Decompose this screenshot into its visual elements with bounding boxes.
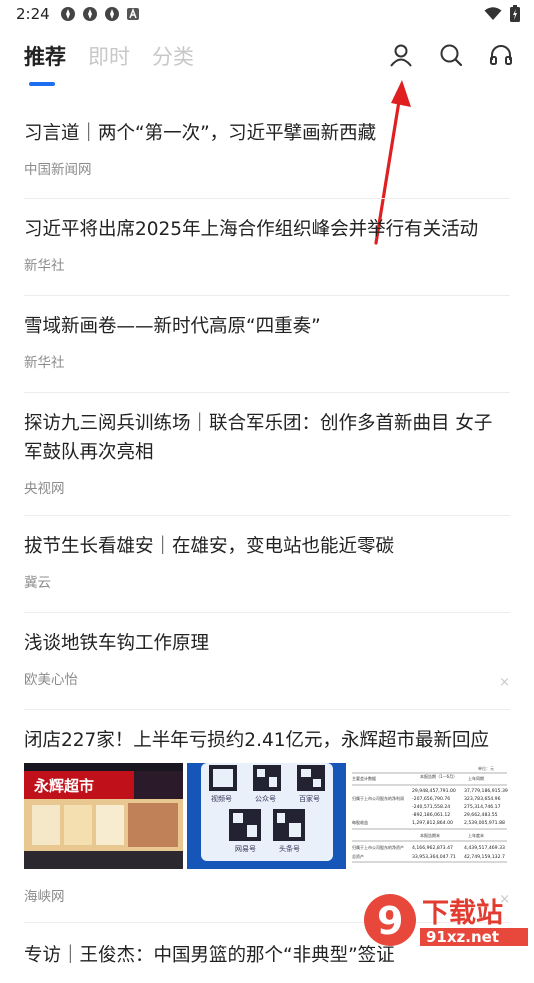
table-cell: 1,297,812,864.00 [412, 820, 453, 826]
user-icon[interactable] [388, 42, 414, 68]
tab-indicator [29, 82, 55, 86]
news-item[interactable]: 雪域新画卷——新时代高原“四重奏” 新华社 [24, 296, 510, 393]
qr-label: 百家号 [299, 794, 320, 803]
status-icons-left [60, 6, 142, 22]
financial-table-image: 单位：元 主要会计数据 本报告期（1－6月） 上年同期 归属于上市公司股东的净利… [350, 763, 509, 869]
table-cell: 归属于上市公司股东的净资产 [352, 844, 404, 850]
table-header: 上年同期 [468, 775, 484, 781]
qr-label: 视频号 [211, 794, 232, 803]
table-unit: 单位：元 [478, 765, 494, 771]
notification-icon [126, 6, 142, 22]
news-item[interactable]: 习近平将出席2025年上海合作组织峰会并举行有关活动 新华社 [24, 199, 510, 296]
qr-codes-image: 视频号 公众号 百家号 网易号 头条号 [187, 763, 346, 869]
notification-icon [82, 6, 98, 22]
news-source: 新华社 [24, 355, 65, 371]
table-header: 本报告期（1－6月） [420, 773, 457, 779]
qr-label: 网易号 [235, 845, 256, 853]
news-images: 永辉超市 视频号 公众号 百家号 网易号 头条号 单位：元 主要会计数据 本报告… [24, 763, 510, 869]
tab-category[interactable]: 分类 [152, 42, 194, 72]
table-cell: 42,749,159,132.7 [464, 854, 505, 860]
table-cell: -207,656,790.76 [412, 796, 450, 802]
search-icon[interactable] [438, 42, 464, 68]
status-icons-right [484, 5, 520, 26]
close-icon[interactable]: × [499, 675, 510, 690]
table-cell: 323,783,654.96 [464, 796, 501, 802]
table-cell: 33,953,364,047.71 [412, 854, 456, 860]
notification-icon [104, 6, 120, 22]
table-cell: 2,539,005,971.88 [464, 820, 505, 826]
table-header: 本报告期末 [420, 832, 440, 838]
news-item[interactable]: 拔节生长看雄安｜在雄安，变电站也能近零碳 冀云 [24, 516, 510, 613]
watermark-brand: 下载站 [422, 898, 503, 929]
battery-icon [510, 5, 520, 26]
table-cell: 275,314,746.17 [464, 804, 501, 810]
table-cell: 4,439,517,469.33 [464, 845, 505, 851]
table-cell: -240,571,558.24 [412, 804, 450, 810]
table-cell: 归属于上市公司股东的净利润 [352, 795, 404, 801]
news-feed: 习言道｜两个“第一次”，习近平擘画新西藏 中国新闻网 习近平将出席2025年上海… [24, 98, 510, 983]
tab-recommend[interactable]: 推荐 [24, 42, 66, 72]
news-title: 习近平将出席2025年上海合作组织峰会并举行有关活动 [24, 219, 479, 240]
channel-tabs: 推荐 即时 分类 [24, 42, 194, 72]
table-cell: 29,948,457,791.00 [412, 788, 456, 794]
table-cell: 37,779,186,915.39 [464, 788, 508, 794]
watermark-logo: 9 [377, 899, 403, 943]
table-cell: -892,186,061.12 [412, 812, 450, 818]
table-cell: 4,166,962,873.47 [412, 845, 453, 851]
news-source: 央视网 [24, 481, 65, 497]
table-header: 上年度末 [468, 832, 484, 838]
news-title: 拔节生长看雄安｜在雄安，变电站也能近零碳 [24, 536, 395, 557]
table-cell: 29,662,483.55 [464, 812, 498, 818]
qr-label: 公众号 [255, 795, 276, 803]
news-item[interactable]: 浅谈地铁车钩工作原理 欧美心怡 × [24, 613, 510, 710]
news-source: 冀云 [24, 575, 51, 591]
news-source: 新华社 [24, 258, 65, 274]
news-source: 欧美心怡 [24, 672, 78, 688]
notification-icon [60, 6, 76, 22]
site-watermark: 9 下载站 91xz.net [362, 888, 532, 950]
news-item[interactable]: 习言道｜两个“第一次”，习近平擘画新西藏 中国新闻网 [24, 98, 510, 199]
news-title: 探访九三阅兵训练场｜联合军乐团：创作多首新曲目 女子军鼓队再次亮相 [24, 413, 493, 463]
news-title: 浅谈地铁车钩工作原理 [24, 633, 210, 654]
news-item[interactable]: 探访九三阅兵训练场｜联合军乐团：创作多首新曲目 女子军鼓队再次亮相 央视网 [24, 393, 510, 516]
news-title: 习言道｜两个“第一次”，习近平擘画新西藏 [24, 123, 377, 144]
news-source: 中国新闻网 [24, 162, 92, 178]
status-bar: 2:24 [0, 0, 534, 28]
top-actions [388, 42, 514, 68]
news-title: 雪域新画卷——新时代高原“四重奏” [24, 316, 321, 337]
table-header: 主要会计数据 [352, 775, 376, 781]
table-cell: 总资产 [352, 853, 364, 859]
qr-label: 头条号 [279, 844, 300, 853]
store-photo: 永辉超市 [24, 763, 183, 869]
status-time: 2:24 [16, 5, 50, 23]
watermark-site: 91xz.net [426, 928, 499, 946]
wifi-icon [484, 6, 502, 25]
news-title: 闭店227家！上半年亏损约2.41亿元，永辉超市最新回应 [24, 730, 490, 751]
headphones-icon[interactable] [488, 42, 514, 68]
table-cell: 每股收益 [352, 819, 368, 825]
store-sign: 永辉超市 [33, 777, 94, 795]
tab-realtime[interactable]: 即时 [88, 42, 130, 72]
